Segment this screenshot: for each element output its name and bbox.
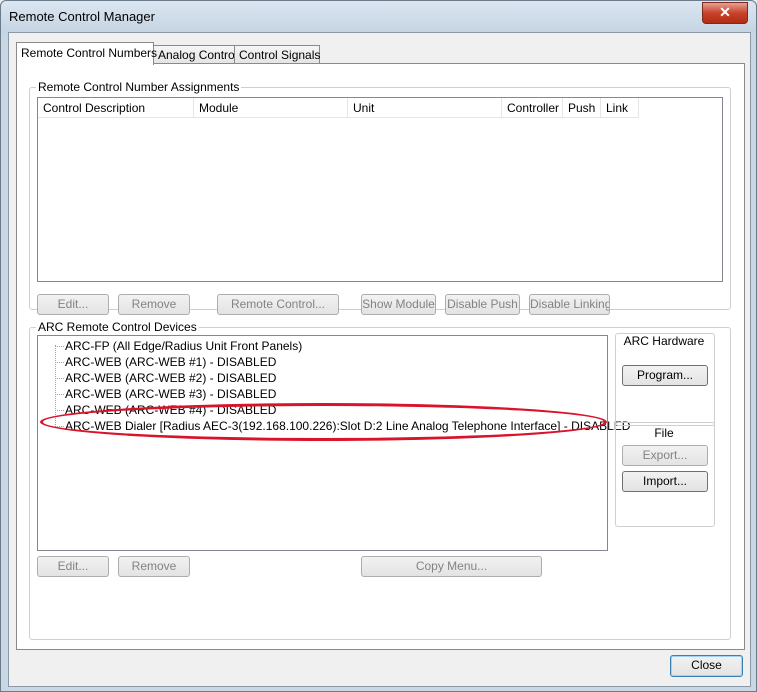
tab-analog-control[interactable]: Analog Control — [153, 45, 237, 64]
tree-connector — [55, 426, 64, 427]
device-item-arc-web-2[interactable]: ARC-WEB (ARC-WEB #2) - DISABLED — [65, 370, 276, 386]
program-button[interactable]: Program... — [622, 365, 708, 386]
tree-connector — [55, 394, 64, 395]
tree-connector — [55, 378, 64, 379]
title-bar[interactable]: Remote Control Manager ✕ — [1, 1, 756, 33]
device-item-arc-fp[interactable]: ARC-FP (All Edge/Radius Unit Front Panel… — [65, 338, 302, 354]
copy-menu-button[interactable]: Copy Menu... — [361, 556, 542, 577]
devices-group-label: ARC Remote Control Devices — [38, 320, 197, 334]
devices-edit-button[interactable]: Edit... — [37, 556, 109, 577]
tab-control-signals[interactable]: Control Signals — [234, 45, 320, 64]
arc-hardware-title: ARC Hardware — [623, 334, 705, 348]
device-item-arc-web-1[interactable]: ARC-WEB (ARC-WEB #1) - DISABLED — [65, 354, 276, 370]
assignments-group-label: Remote Control Number Assignments — [38, 80, 240, 94]
assignments-list[interactable]: Control Description Module Unit Controll… — [37, 97, 723, 282]
window-title: Remote Control Manager — [9, 9, 155, 24]
column-header-module[interactable]: Module — [194, 98, 348, 118]
tree-connector — [55, 346, 64, 347]
show-module-button[interactable]: Show Module — [361, 294, 436, 315]
tree-connector — [55, 362, 64, 363]
device-item-arc-web-3[interactable]: ARC-WEB (ARC-WEB #3) - DISABLED — [65, 386, 276, 402]
dialog-client-area: Remote Control Numbers Analog Control Co… — [8, 32, 751, 687]
file-group-title: File — [654, 426, 674, 440]
remote-control-manager-window: Remote Control Manager ✕ Remote Control … — [0, 0, 757, 692]
device-item-arc-web-dialer[interactable]: ARC-WEB Dialer [Radius AEC-3(192.168.100… — [65, 418, 630, 434]
import-button[interactable]: Import... — [622, 471, 708, 492]
assignments-remove-button[interactable]: Remove — [118, 294, 190, 315]
tree-connector — [55, 410, 64, 411]
tree-connector-vertical — [55, 345, 56, 425]
device-item-arc-web-4[interactable]: ARC-WEB (ARC-WEB #4) - DISABLED — [65, 402, 276, 418]
tab-panel-remote-control-numbers: Remote Control Number Assignments Contro… — [16, 63, 745, 650]
devices-remove-button[interactable]: Remove — [118, 556, 190, 577]
column-header-control-description[interactable]: Control Description — [38, 98, 194, 118]
close-button[interactable]: Close — [670, 655, 743, 677]
devices-tree[interactable]: ARC-FP (All Edge/Radius Unit Front Panel… — [37, 335, 630, 551]
disable-linking-button[interactable]: Disable Linking — [529, 294, 610, 315]
window-close-icon[interactable]: ✕ — [702, 2, 748, 24]
column-header-link[interactable]: Link — [601, 98, 639, 118]
export-button[interactable]: Export... — [622, 445, 708, 466]
tab-remote-control-numbers[interactable]: Remote Control Numbers — [16, 42, 157, 65]
disable-push-button[interactable]: Disable Push — [445, 294, 520, 315]
assignments-edit-button[interactable]: Edit... — [37, 294, 109, 315]
column-header-push[interactable]: Push — [563, 98, 601, 118]
remote-control-button[interactable]: Remote Control... — [217, 294, 339, 315]
column-header-controller[interactable]: Controller — [502, 98, 563, 118]
column-header-unit[interactable]: Unit — [348, 98, 502, 118]
